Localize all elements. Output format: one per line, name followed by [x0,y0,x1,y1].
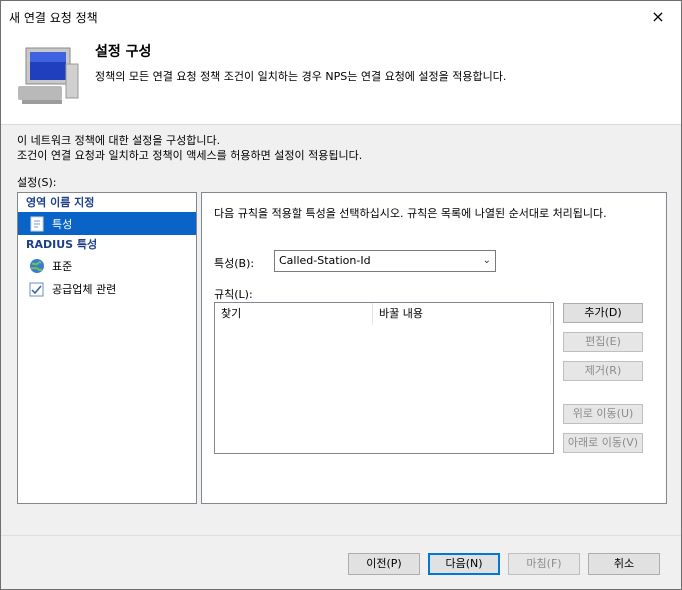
remove-button[interactable]: 제거(R) [563,361,643,381]
move-up-button[interactable]: 위로 이동(U) [563,404,643,424]
globe-icon [28,257,46,275]
previous-button[interactable]: 이전(P) [348,553,420,575]
computer-monitor-icon [18,47,79,104]
tree-item-standard[interactable]: 표준 [18,254,196,277]
intro-line-1: 이 네트워크 정책에 대한 설정을 구성합니다. [17,134,221,147]
cancel-button[interactable]: 취소 [588,553,660,575]
page-title: 설정 구성 [95,44,152,60]
column-header-replace[interactable]: 바꿀 내용 [373,303,551,325]
footer-divider [1,535,681,536]
edit-button[interactable]: 편집(E) [563,332,643,352]
attribute-label: 특성(B): [214,257,255,270]
checklist-icon [28,280,46,298]
finish-button[interactable]: 마침(F) [508,553,580,575]
tree-item-vendor-specific-label: 공급업체 관련 [52,282,117,296]
chevron-down-icon: ⌄ [482,255,491,266]
next-button[interactable]: 다음(N) [428,553,500,575]
attribute-select-value: Called-Station-Id [279,254,371,267]
panel-description: 다음 규칙을 적용할 특성을 선택하십시오. 규칙은 목록에 나열된 순서대로 … [214,207,607,220]
title-bar: 새 연결 요청 정책 × [1,1,681,31]
intro-line-2: 조건이 연결 요청과 일치하고 정책이 액세스를 허용하면 설정이 적용됩니다. [17,149,363,162]
column-header-find[interactable]: 찾기 [215,303,373,325]
wizard-header: 설정 구성 정책의 모든 연결 요청 정책 조건이 일치하는 경우 NPS는 연… [1,31,681,125]
dialog-window: 새 연결 요청 정책 × 설정 구성 정책의 모든 연결 요청 정책 조건이 일… [0,0,682,590]
rules-label: 규칙(L): [214,288,253,301]
tree-item-standard-label: 표준 [52,259,73,273]
tree-group-radius-attributes: RADIUS 특성 [26,238,98,251]
attribute-settings-panel: 다음 규칙을 적용할 특성을 선택하십시오. 규칙은 목록에 나열된 순서대로 … [201,192,667,504]
tree-item-attribute[interactable]: 특성 [18,212,196,235]
window-title: 새 연결 요청 정책 [9,11,98,25]
settings-label: 설정(S): [17,176,57,189]
settings-tree[interactable]: 영역 이름 지정 특성 RADIUS 특성 표준 공급업체 관련 [17,192,197,504]
rules-list[interactable]: 찾기 바꿀 내용 [214,302,554,454]
tree-group-realm-naming: 영역 이름 지정 [26,196,95,209]
attribute-select[interactable]: Called-Station-Id ⌄ [274,250,496,272]
add-button[interactable]: 추가(D) [563,303,643,323]
tree-item-vendor-specific[interactable]: 공급업체 관련 [18,277,196,300]
document-icon [28,215,46,233]
move-down-button[interactable]: 아래로 이동(V) [563,433,643,453]
tree-item-attribute-label: 특성 [52,217,73,231]
intro-text: 이 네트워크 정책에 대한 설정을 구성합니다. 조건이 연결 요청과 일치하고… [17,133,362,163]
close-icon[interactable]: × [635,1,681,31]
page-description: 정책의 모든 연결 요청 정책 조건이 일치하는 경우 NPS는 연결 요청에 … [95,70,507,83]
